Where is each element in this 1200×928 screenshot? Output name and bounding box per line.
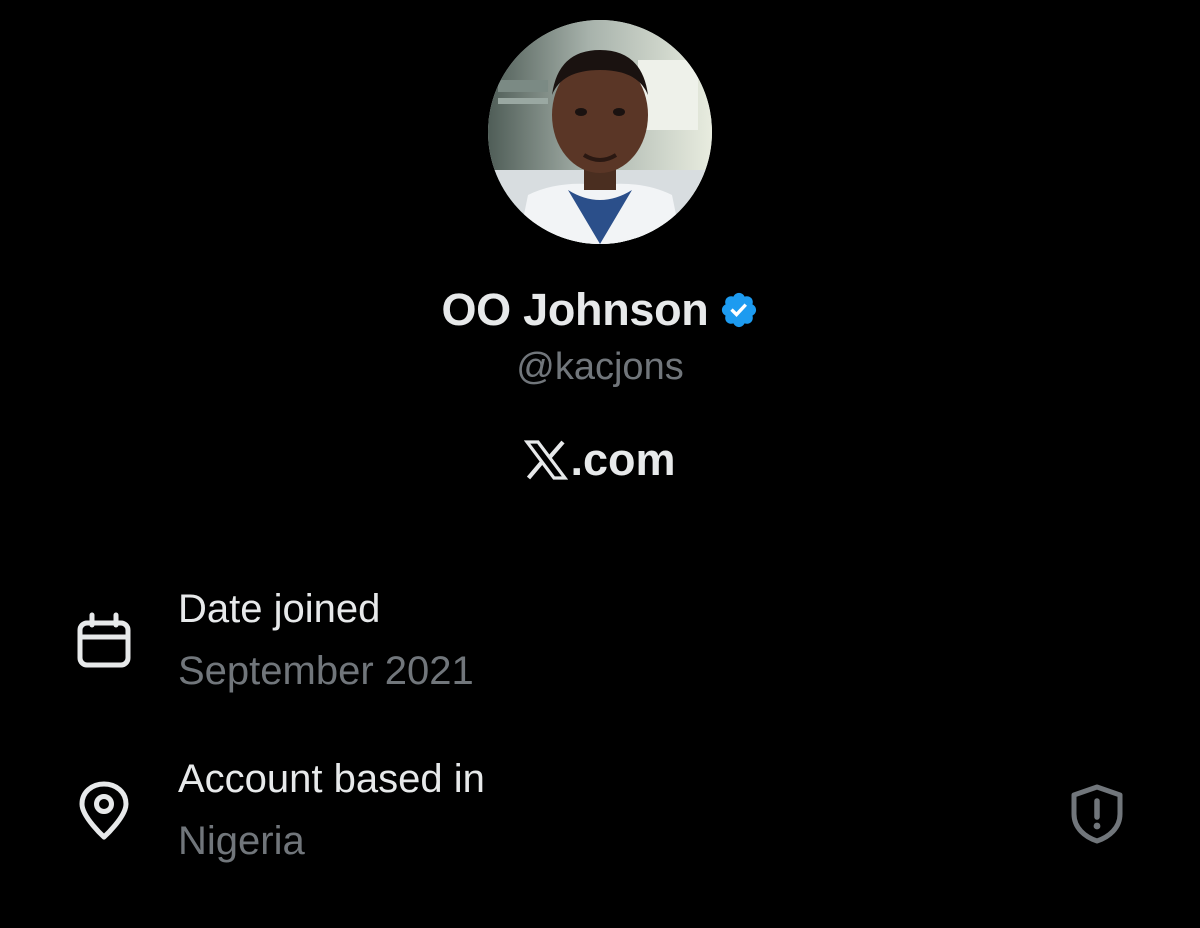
location-pin-icon bbox=[74, 781, 134, 841]
date-joined-row: Date joined September 2021 bbox=[0, 585, 1200, 705]
shield-alert-icon[interactable] bbox=[1066, 783, 1128, 845]
date-joined-label: Date joined bbox=[178, 587, 381, 631]
date-joined-value: September 2021 bbox=[178, 649, 474, 693]
display-name: OO Johnson bbox=[441, 284, 709, 335]
profile-handle: @kacjons bbox=[516, 346, 684, 388]
account-location-value: Nigeria bbox=[178, 819, 305, 863]
calendar-icon bbox=[74, 611, 134, 671]
account-location-row: Account based in Nigeria bbox=[0, 755, 1200, 875]
avatar-photo bbox=[488, 20, 712, 244]
brand-mark: .com bbox=[0, 430, 1200, 490]
brand-domain: .com bbox=[570, 434, 676, 485]
account-location-label: Account based in bbox=[178, 757, 485, 801]
x-logo-icon bbox=[524, 440, 569, 480]
verified-badge-icon[interactable] bbox=[719, 290, 759, 330]
profile-name-row: OO Johnson bbox=[0, 282, 1200, 338]
profile-avatar[interactable] bbox=[488, 20, 712, 244]
